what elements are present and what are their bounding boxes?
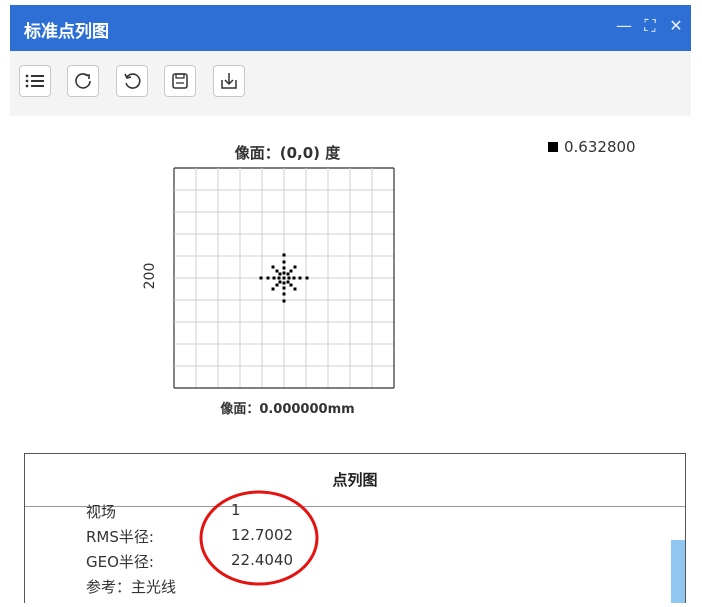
panel-header: 点列图 bbox=[25, 454, 685, 507]
row-value: 1 bbox=[231, 501, 241, 519]
maximize-button[interactable]: ⛶ bbox=[641, 17, 659, 35]
spot-points bbox=[259, 253, 309, 303]
spot-point bbox=[282, 286, 286, 290]
window-title: 标准点列图 bbox=[24, 22, 109, 42]
close-button[interactable]: ✕ bbox=[667, 17, 685, 35]
legend-swatch bbox=[548, 142, 558, 152]
spot-point bbox=[289, 283, 293, 287]
undo-button[interactable] bbox=[116, 65, 148, 97]
toolbar bbox=[10, 51, 691, 116]
spot-point bbox=[278, 272, 282, 276]
save-icon bbox=[172, 73, 188, 89]
row-geo-radius: GEO半径: 22.4040 bbox=[86, 551, 293, 572]
spot-point bbox=[282, 292, 286, 296]
spot-point bbox=[282, 266, 286, 270]
row-label: 视场 bbox=[86, 503, 117, 521]
row-field: 视场 1 bbox=[86, 501, 241, 522]
spot-point bbox=[266, 276, 270, 280]
row-value: 12.7002 bbox=[231, 526, 294, 544]
spot-point bbox=[282, 271, 286, 275]
refresh-button[interactable] bbox=[67, 65, 99, 97]
spot-point bbox=[278, 280, 282, 284]
window-titlebar: 标准点列图 — ⛶ ✕ bbox=[10, 5, 691, 51]
spot-point bbox=[275, 283, 279, 287]
row-label: RMS半径: bbox=[86, 528, 154, 546]
spot-point bbox=[282, 253, 286, 257]
spot-point bbox=[292, 276, 296, 280]
spot-point bbox=[305, 276, 309, 280]
save-button[interactable] bbox=[164, 65, 196, 97]
spot-point bbox=[287, 276, 291, 280]
spot-point bbox=[282, 276, 286, 280]
spot-point bbox=[293, 265, 297, 269]
row-reference: 参考：主光线 bbox=[86, 576, 176, 597]
list-icon bbox=[25, 74, 44, 88]
spot-diagram-plot bbox=[173, 167, 395, 389]
spot-point bbox=[293, 287, 297, 291]
spot-info-panel: 点列图 视场 1 RMS半径: 12.7002 GEO半径: 22.4040 参… bbox=[24, 453, 686, 603]
spot-point bbox=[286, 272, 290, 276]
minimize-button[interactable]: — bbox=[615, 17, 633, 35]
refresh-icon bbox=[75, 73, 91, 89]
spot-point bbox=[275, 269, 279, 273]
download-icon bbox=[221, 73, 237, 89]
row-label: GEO半径: bbox=[86, 553, 154, 571]
row-rms-radius: RMS半径: 12.7002 bbox=[86, 526, 293, 547]
undo-icon bbox=[124, 73, 141, 89]
download-button[interactable] bbox=[213, 65, 245, 97]
x-axis-label: 像面：0.000000mm bbox=[220, 402, 355, 417]
spot-point bbox=[271, 265, 275, 269]
spot-point bbox=[282, 260, 286, 264]
spot-point bbox=[271, 287, 275, 291]
row-value: 22.4040 bbox=[231, 551, 294, 569]
spot-point bbox=[282, 281, 286, 285]
y-axis-label: 200 bbox=[142, 262, 158, 290]
legend: 0.632800 bbox=[548, 138, 636, 156]
legend-label: 0.632800 bbox=[564, 138, 636, 156]
row-label: 参考：主光线 bbox=[86, 578, 177, 596]
spot-point bbox=[277, 276, 281, 280]
spot-point bbox=[286, 280, 290, 284]
spot-point bbox=[289, 269, 293, 273]
spot-point bbox=[298, 276, 302, 280]
spot-point bbox=[282, 299, 286, 303]
spot-point bbox=[259, 276, 263, 280]
spot-point bbox=[272, 276, 276, 280]
scrollbar[interactable] bbox=[671, 540, 685, 603]
list-button[interactable] bbox=[19, 65, 51, 97]
